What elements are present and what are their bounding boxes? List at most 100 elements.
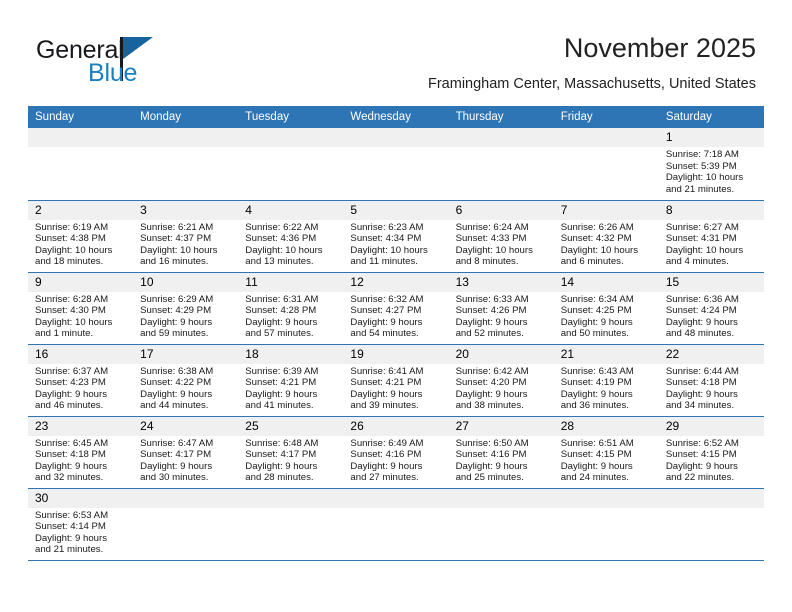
daylight-text-line1: Daylight: 10 hours [560, 244, 639, 256]
calendar-day-cell-empty [448, 488, 554, 561]
day-number: 22 [658, 344, 764, 364]
sunset-text: Sunset: 4:25 PM [560, 305, 632, 317]
daylight-text-line1: Daylight: 10 hours [665, 172, 744, 184]
calendar-day-cell[interactable]: 13 Sunrise: 6:33 AM Sunset: 4:26 PM Dayligh… [448, 272, 554, 345]
calendar-day-cell[interactable]: 5 Sunrise: 6:23 AM Sunset: 4:34 PM Daylight… [343, 200, 449, 273]
calendar-week-row: 30 Sunrise: 6:53 AM Sunset: 4:14 PM Dayligh… [28, 488, 764, 561]
calendar-day-cell[interactable]: 6 Sunrise: 6:24 AM Sunset: 4:33 PM Daylight… [448, 200, 554, 273]
sunrise-text: Sunrise: 6:49 AM [350, 437, 424, 449]
sunrise-text: Sunrise: 6:51 AM [560, 437, 634, 449]
sunset-text: Sunset: 4:32 PM [560, 233, 632, 245]
general-blue-logo[interactable]: General Blue [36, 36, 246, 92]
day-sun-info: Sunrise: 6:52 AM Sunset: 4:15 PM Daylight:… [659, 436, 764, 484]
day-sun-info: Sunrise: 6:41 AM Sunset: 4:21 PM Daylight:… [343, 364, 448, 412]
calendar-day-cell-empty [133, 488, 239, 561]
sunset-text: Sunset: 4:30 PM [35, 305, 106, 317]
sunrise-text: Sunrise: 6:48 AM [245, 437, 319, 449]
daylight-text-line1: Daylight: 9 hours [350, 316, 423, 328]
sunrise-text: Sunrise: 6:32 AM [350, 293, 424, 305]
calendar-day-cell[interactable]: 28 Sunrise: 6:51 AM Sunset: 4:15 PM Dayligh… [553, 416, 659, 489]
calendar-day-cell[interactable]: 7 Sunrise: 6:26 AM Sunset: 4:32 PM Daylight… [553, 200, 659, 273]
day-sun-info: Sunrise: 6:27 AM Sunset: 4:31 PM Daylight:… [659, 220, 764, 268]
day-number: 21 [553, 344, 659, 364]
daylight-text-line2: and 32 minutes. [35, 472, 104, 484]
calendar-day-cell[interactable]: 21 Sunrise: 6:43 AM Sunset: 4:19 PM Dayligh… [553, 344, 659, 417]
sunset-text: Sunset: 4:18 PM [665, 377, 737, 389]
daylight-text-line1: Daylight: 10 hours [350, 244, 428, 256]
sunset-text: Sunset: 4:21 PM [245, 377, 317, 389]
daylight-text-line1: Daylight: 10 hours [140, 244, 218, 256]
calendar-day-cell[interactable]: 2 Sunrise: 6:19 AM Sunset: 4:38 PM Daylight… [28, 200, 134, 273]
calendar-day-cell[interactable]: 9 Sunrise: 6:28 AM Sunset: 4:30 PM Daylight… [28, 272, 134, 345]
calendar-day-cell[interactable]: 11 Sunrise: 6:31 AM Sunset: 4:28 PM Dayligh… [238, 272, 344, 345]
daylight-text-line2: and 13 minutes. [245, 256, 314, 268]
calendar-day-cell[interactable]: 17 Sunrise: 6:38 AM Sunset: 4:22 PM Dayligh… [133, 344, 239, 417]
calendar-day-cell[interactable]: 14 Sunrise: 6:34 AM Sunset: 4:25 PM Dayligh… [553, 272, 659, 345]
day-number [238, 488, 344, 508]
page-title: November 2025 [563, 33, 756, 63]
day-number: 3 [133, 200, 239, 220]
sunset-text: Sunset: 4:17 PM [140, 449, 212, 461]
calendar-day-cell[interactable]: 3 Sunrise: 6:21 AM Sunset: 4:37 PM Daylight… [133, 200, 239, 273]
calendar-day-cell[interactable]: 15 Sunrise: 6:36 AM Sunset: 4:24 PM Dayligh… [658, 272, 764, 345]
sunset-text: Sunset: 4:24 PM [665, 305, 737, 317]
calendar-day-cell[interactable]: 27 Sunrise: 6:50 AM Sunset: 4:16 PM Dayligh… [448, 416, 554, 489]
day-number: 14 [553, 272, 659, 292]
daylight-text-line1: Daylight: 9 hours [560, 460, 633, 472]
calendar-day-cell[interactable]: 8 Sunrise: 6:27 AM Sunset: 4:31 PM Daylight… [658, 200, 764, 273]
daylight-text-line2: and 18 minutes. [35, 256, 104, 268]
sunrise-text: Sunrise: 6:26 AM [560, 221, 634, 233]
calendar-day-cell[interactable]: 1 Sunrise: 7:18 AM Sunset: 5:39 PM Daylight… [658, 128, 764, 201]
day-number: 7 [553, 200, 659, 220]
day-number: 20 [448, 344, 554, 364]
day-sun-info: Sunrise: 6:49 AM Sunset: 4:16 PM Daylight:… [343, 436, 448, 484]
daylight-text-line2: and 25 minutes. [455, 472, 524, 484]
day-sun-info: Sunrise: 6:45 AM Sunset: 4:18 PM Daylight:… [28, 436, 133, 484]
daylight-text-line1: Daylight: 10 hours [455, 244, 533, 256]
calendar-day-cell[interactable]: 29 Sunrise: 6:52 AM Sunset: 4:15 PM Dayligh… [658, 416, 764, 489]
day-sun-info: Sunrise: 6:50 AM Sunset: 4:16 PM Daylight:… [449, 436, 554, 484]
daylight-text-line1: Daylight: 9 hours [560, 388, 633, 400]
calendar-day-cell[interactable]: 22 Sunrise: 6:44 AM Sunset: 4:18 PM Dayligh… [658, 344, 764, 417]
calendar-day-cell[interactable]: 19 Sunrise: 6:41 AM Sunset: 4:21 PM Dayligh… [343, 344, 449, 417]
calendar-day-cell[interactable]: 4 Sunrise: 6:22 AM Sunset: 4:36 PM Daylight… [238, 200, 344, 273]
sunset-text: Sunset: 4:14 PM [35, 521, 106, 533]
calendar-grid: Sunday Monday Tuesday Wednesday Thursday… [28, 106, 764, 561]
day-number [238, 128, 344, 147]
day-number: 25 [238, 416, 344, 436]
sunset-text: Sunset: 4:38 PM [35, 233, 106, 245]
calendar-day-cell[interactable]: 23 Sunrise: 6:45 AM Sunset: 4:18 PM Dayligh… [28, 416, 134, 489]
daylight-text-line2: and 21 minutes. [665, 183, 735, 195]
day-sun-info: Sunrise: 6:32 AM Sunset: 4:27 PM Daylight:… [343, 292, 448, 340]
day-number: 2 [28, 200, 134, 220]
calendar-day-cell[interactable]: 10 Sunrise: 6:29 AM Sunset: 4:29 PM Dayligh… [133, 272, 239, 345]
sunset-text: Sunset: 4:22 PM [140, 377, 212, 389]
daylight-text-line2: and 11 minutes. [350, 256, 418, 268]
sunset-text: Sunset: 4:28 PM [245, 305, 317, 317]
calendar-day-cell[interactable]: 20 Sunrise: 6:42 AM Sunset: 4:20 PM Dayligh… [448, 344, 554, 417]
calendar-day-cell-empty [553, 488, 659, 561]
day-number [448, 488, 554, 508]
day-sun-info: Sunrise: 6:21 AM Sunset: 4:37 PM Daylight:… [133, 220, 238, 268]
day-number: 6 [448, 200, 554, 220]
calendar-day-cell[interactable]: 16 Sunrise: 6:37 AM Sunset: 4:23 PM Dayligh… [28, 344, 134, 417]
sunset-text: Sunset: 4:16 PM [350, 449, 422, 461]
weekday-header-friday: Friday [553, 106, 659, 128]
day-sun-info: Sunrise: 6:29 AM Sunset: 4:29 PM Daylight:… [133, 292, 238, 340]
calendar-day-cell[interactable]: 12 Sunrise: 6:32 AM Sunset: 4:27 PM Dayligh… [343, 272, 449, 345]
calendar-day-cell[interactable]: 30 Sunrise: 6:53 AM Sunset: 4:14 PM Dayligh… [28, 488, 134, 561]
day-number: 30 [28, 488, 134, 508]
sunrise-text: Sunrise: 6:53 AM [35, 509, 109, 521]
calendar-day-cell[interactable]: 25 Sunrise: 6:48 AM Sunset: 4:17 PM Dayligh… [238, 416, 344, 489]
calendar-day-cell[interactable]: 26 Sunrise: 6:49 AM Sunset: 4:16 PM Dayligh… [343, 416, 449, 489]
calendar-day-cell[interactable]: 18 Sunrise: 6:39 AM Sunset: 4:21 PM Dayligh… [238, 344, 344, 417]
daylight-text-line1: Daylight: 9 hours [455, 316, 528, 328]
day-number: 11 [238, 272, 344, 292]
calendar-day-cell-empty [343, 128, 449, 201]
weekday-header-monday: Monday [133, 106, 239, 128]
calendar-day-cell-empty [133, 128, 239, 201]
sunrise-text: Sunrise: 6:33 AM [455, 293, 529, 305]
page-header: General Blue November 2025 Framingham Ce… [0, 0, 792, 100]
calendar-day-cell[interactable]: 24 Sunrise: 6:47 AM Sunset: 4:17 PM Dayligh… [133, 416, 239, 489]
page-subtitle: Framingham Center, Massachusetts, United… [427, 76, 756, 92]
